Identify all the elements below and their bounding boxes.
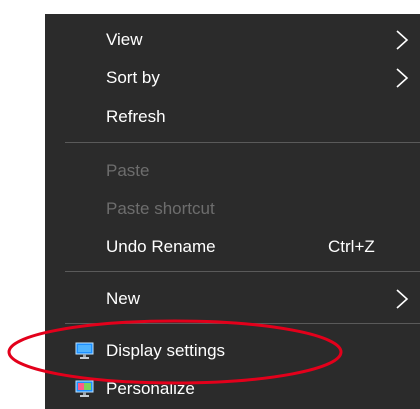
personalize-icon	[75, 380, 94, 397]
chevron-right-icon	[396, 289, 409, 309]
menu-separator	[65, 271, 420, 272]
monitor-icon	[75, 342, 94, 359]
menu-item-sort-by-label: Sort by	[106, 68, 160, 87]
menu-item-paste: Paste	[45, 152, 420, 190]
menu-separator	[65, 142, 420, 143]
menu-item-view-label: View	[106, 30, 143, 49]
desktop-context-menu: View Sort by Refresh Paste Paste shortcu…	[45, 14, 420, 409]
chevron-right-icon	[396, 68, 409, 88]
desktop-background: View Sort by Refresh Paste Paste shortcu…	[0, 0, 420, 409]
menu-item-paste-label: Paste	[106, 161, 150, 180]
menu-item-refresh-label: Refresh	[106, 107, 166, 126]
menu-item-new[interactable]: New	[45, 280, 420, 318]
menu-item-paste-shortcut: Paste shortcut	[45, 190, 420, 228]
menu-item-new-label: New	[106, 289, 141, 308]
menu-item-refresh[interactable]: Refresh	[45, 98, 420, 136]
menu-item-undo-rename-shortcut: Ctrl+Z	[328, 237, 375, 256]
menu-item-personalize[interactable]: Personalize	[45, 370, 420, 408]
menu-item-undo-rename[interactable]: Undo Rename Ctrl+Z	[45, 228, 420, 266]
menu-item-view[interactable]: View	[45, 21, 420, 59]
menu-item-undo-rename-label: Undo Rename	[106, 237, 216, 256]
menu-item-personalize-label: Personalize	[106, 379, 195, 398]
menu-item-paste-shortcut-label: Paste shortcut	[106, 199, 215, 218]
menu-item-display-settings-label: Display settings	[106, 341, 226, 360]
menu-separator	[65, 323, 420, 324]
menu-item-display-settings[interactable]: Display settings	[45, 332, 420, 370]
menu-item-sort-by[interactable]: Sort by	[45, 59, 420, 97]
chevron-right-icon	[396, 30, 409, 50]
